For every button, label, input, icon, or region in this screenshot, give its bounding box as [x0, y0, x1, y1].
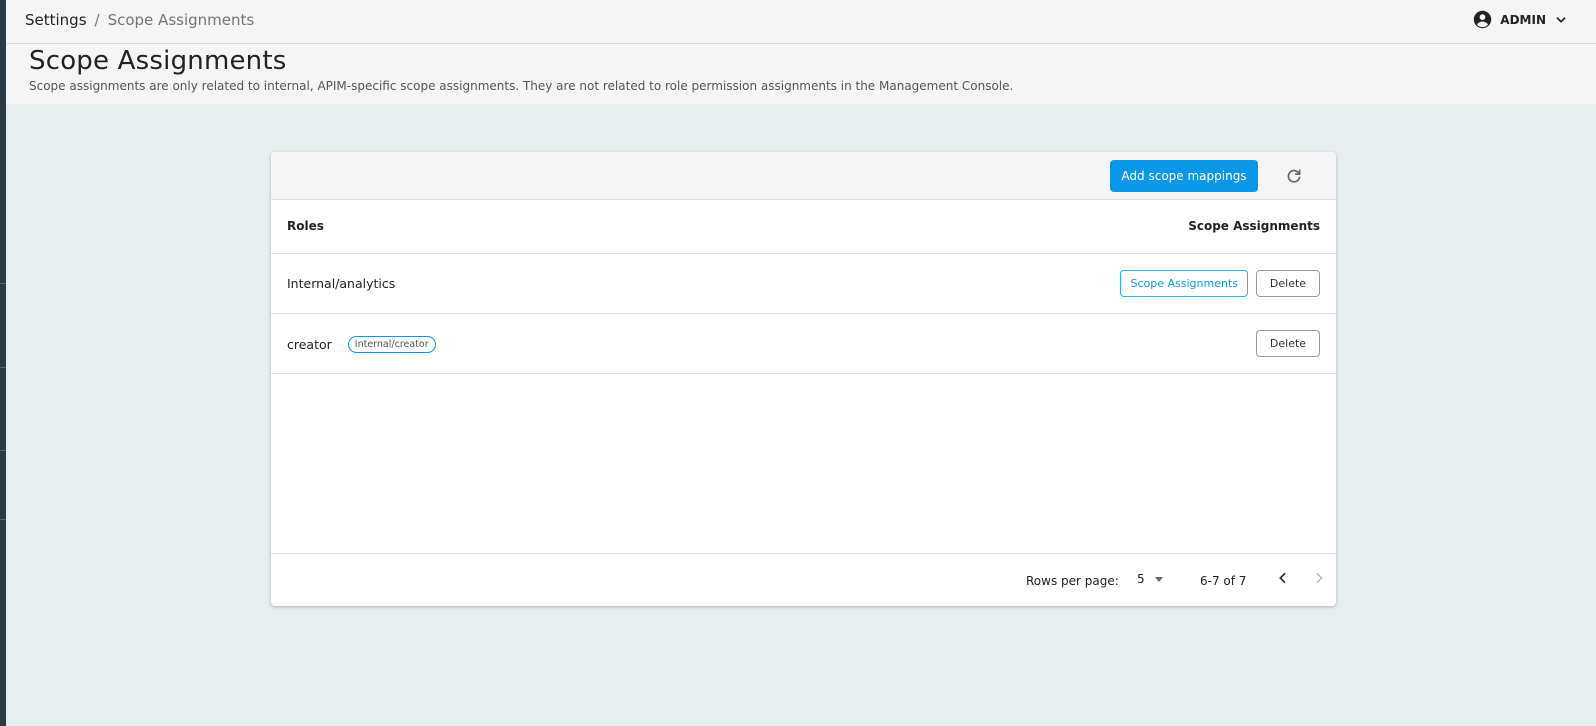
left-edge-strip: [0, 0, 6, 726]
breadcrumb: Settings / Scope Assignments: [25, 11, 254, 29]
add-scope-mappings-button[interactable]: Add scope mappings: [1110, 160, 1258, 192]
breadcrumb-current: Scope Assignments: [107, 11, 255, 29]
role-chip: Internal/creator: [347, 336, 436, 353]
user-menu[interactable]: ADMIN: [1473, 10, 1568, 29]
chevron-left-icon[interactable]: [1275, 570, 1291, 590]
rows-per-page-label: Rows per page:: [1026, 574, 1119, 588]
column-header-roles: Roles: [287, 219, 324, 233]
row-actions: Delete: [1256, 330, 1320, 357]
role-cell: creator Internal/creator: [287, 336, 436, 353]
user-name: ADMIN: [1500, 12, 1546, 27]
table-row: Internal/analytics Scope Assignments Del…: [271, 254, 1336, 314]
rows-per-page-select[interactable]: 5: [1137, 572, 1163, 586]
role-cell: Internal/analytics: [287, 276, 395, 291]
column-header-scope-assignments: Scope Assignments: [1188, 219, 1320, 233]
page-title: Scope Assignments: [29, 46, 287, 76]
delete-button[interactable]: Delete: [1256, 330, 1320, 357]
scope-assignments-card: Add scope mappings Roles Scope Assignmen…: [271, 152, 1336, 606]
scope-assignments-button[interactable]: Scope Assignments: [1120, 270, 1248, 297]
breadcrumb-settings[interactable]: Settings: [25, 11, 87, 29]
account-circle-icon: [1473, 10, 1492, 29]
caret-down-icon: [1154, 576, 1163, 582]
card-toolbar: Add scope mappings: [271, 152, 1336, 200]
role-name: creator: [287, 337, 332, 352]
delete-button[interactable]: Delete: [1256, 270, 1320, 297]
table-pagination: Rows per page: 5 6-7 of 7: [271, 553, 1336, 606]
row-actions: Scope Assignments Delete: [1120, 270, 1320, 297]
chevron-right-icon[interactable]: [1311, 570, 1327, 590]
page-header: Scope Assignments Scope assignments are …: [6, 44, 1596, 104]
breadcrumb-separator: /: [94, 11, 100, 29]
page-description: Scope assignments are only related to in…: [29, 79, 1014, 93]
chevron-down-icon: [1554, 13, 1568, 27]
top-bar: Settings / Scope Assignments ADMIN: [6, 0, 1596, 44]
rows-per-page-value: 5: [1137, 572, 1145, 586]
refresh-icon[interactable]: [1283, 165, 1305, 187]
pagination-range: 6-7 of 7: [1200, 574, 1247, 588]
role-name: Internal/analytics: [287, 276, 396, 291]
table-row: creator Internal/creator Delete: [271, 314, 1336, 374]
table-header: Roles Scope Assignments: [271, 200, 1336, 254]
